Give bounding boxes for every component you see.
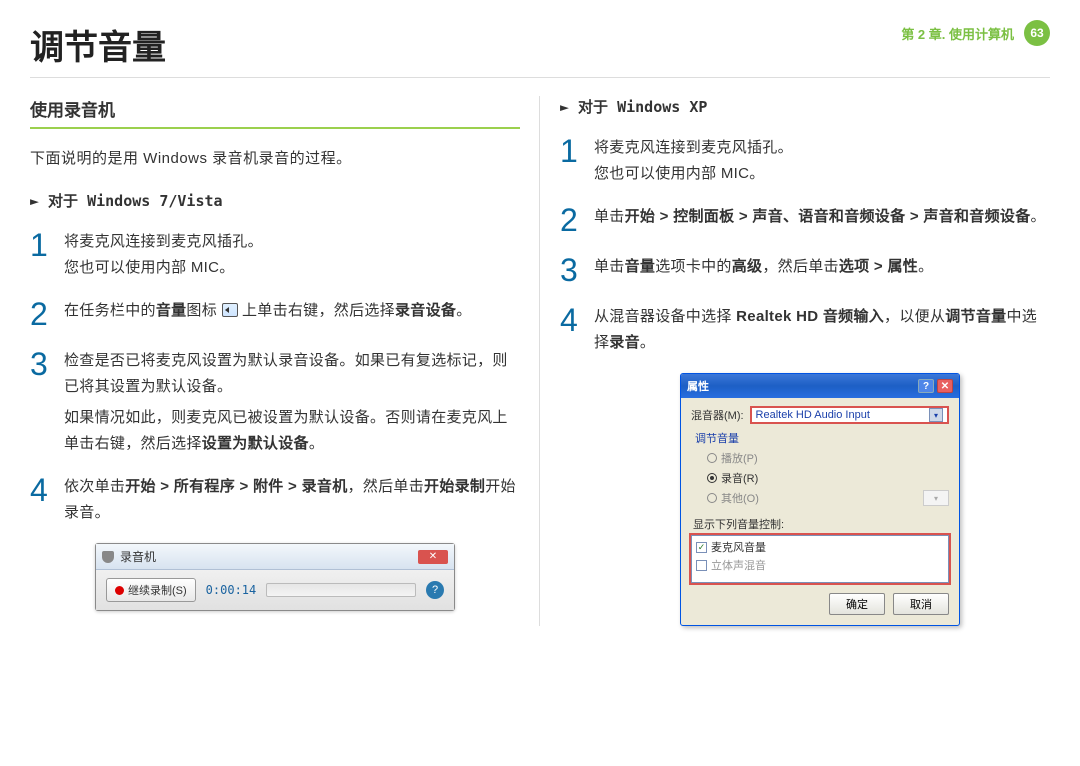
radio-rec-label: 录音(R) — [721, 470, 758, 486]
step-3-xp: 3 单击音量选项卡中的高级，然后单击选项 > 属性。 — [560, 254, 1050, 286]
mixer-label: 混音器(M): — [691, 407, 744, 423]
step-1-xp: 1 将麦克风连接到麦克风插孔。 您也可以使用内部 MIC。 — [560, 135, 1050, 186]
radio-other-label: 其他(O) — [721, 490, 759, 506]
mixer-select-value: Realtek HD Audio Input — [756, 409, 870, 421]
step-text-bold: 设置为默认设备 — [202, 435, 309, 452]
step-text-bold: 录音 — [609, 334, 640, 351]
step-text: 您也可以使用内部 MIC。 — [64, 259, 235, 276]
ok-button[interactable]: 确定 — [829, 593, 885, 615]
step-text-bold: 选项 > 属性 — [839, 258, 918, 275]
close-button[interactable]: ✕ — [418, 550, 448, 564]
step-text: 上单击右键，然后选择 — [242, 302, 395, 319]
step-text: ，然后单击 — [348, 478, 425, 495]
page-header-right: 第 2 章. 使用计算机 63 — [901, 20, 1050, 46]
step-text: 。 — [1031, 208, 1046, 225]
help-button[interactable]: ? — [426, 581, 444, 599]
step-text: 。 — [918, 258, 933, 275]
microphone-icon — [102, 551, 114, 563]
step-number: 3 — [30, 348, 54, 456]
step-text-bold: 音量 — [156, 302, 187, 319]
step-text: 选项卡中的 — [655, 258, 732, 275]
step-number: 2 — [30, 298, 54, 330]
right-column: ► 对于 Windows XP 1 将麦克风连接到麦克风插孔。 您也可以使用内部… — [560, 96, 1050, 626]
step-text: 依次单击 — [64, 478, 125, 495]
mixer-select[interactable]: Realtek HD Audio Input ▾ — [750, 406, 949, 424]
page-header: 调节音量 第 2 章. 使用计算机 63 — [30, 20, 1050, 78]
listbox-label: 显示下列音量控制: — [693, 516, 949, 532]
step-text: 检查是否已将麦克风设置为默认录音设备。如果已有复选标记，则已将其设置为默认设备。 — [64, 348, 520, 399]
recorder-title-text: 录音机 — [120, 548, 156, 565]
volume-controls-listbox[interactable]: ✓ 麦克风音量 立体声混音 — [691, 535, 949, 583]
step-text-bold: 调节音量 — [945, 308, 1006, 325]
chapter-label: 第 2 章. 使用计算机 — [901, 24, 1014, 43]
chk-mic-label: 麦克风音量 — [711, 539, 766, 555]
level-meter — [266, 583, 416, 597]
step-text-bold: 开始 > 控制面板 > 声音、语音和音频设备 > 声音和音频设备 — [625, 208, 1031, 225]
dialog-title: 属性 — [687, 378, 709, 394]
page-title: 调节音量 — [30, 20, 166, 69]
sub-title-xp: ► 对于 Windows XP — [560, 96, 1050, 117]
step-text-bold: 高级 — [732, 258, 763, 275]
recorder-window: 录音机 ✕ 继续录制(S) 0:00:14 ? — [95, 543, 455, 611]
properties-dialog: 属性 ? ✕ 混音器(M): Realtek HD Audio Input ▾ … — [680, 373, 960, 626]
step-text-bold: 音量 — [625, 258, 656, 275]
intro-text: 下面说明的是用 Windows 录音机录音的过程。 — [30, 147, 520, 168]
step-text: 从混音器设备中选择 — [594, 308, 736, 325]
chevron-down-icon: ▾ — [929, 408, 943, 422]
step-text: 。 — [309, 435, 324, 452]
step-text: ，以便从 — [884, 308, 945, 325]
left-column: 使用录音机 下面说明的是用 Windows 录音机录音的过程。 ► 对于 Win… — [30, 96, 520, 626]
checkbox-icon[interactable]: ✓ — [696, 542, 707, 553]
cancel-button[interactable]: 取消 — [893, 593, 949, 615]
step-number: 4 — [30, 474, 54, 525]
step-text: ，然后单击 — [762, 258, 839, 275]
radio-icon[interactable] — [707, 493, 717, 503]
step-1: 1 将麦克风连接到麦克风插孔。 您也可以使用内部 MIC。 — [30, 229, 520, 280]
radio-icon[interactable] — [707, 473, 717, 483]
step-text: 。 — [456, 302, 471, 319]
step-text: 在任务栏中的 — [64, 302, 156, 319]
step-number: 2 — [560, 204, 584, 236]
step-text-bold: 录音设备 — [395, 302, 456, 319]
step-text: 图标 — [186, 302, 217, 319]
step-4: 4 依次单击开始 > 所有程序 > 附件 > 录音机，然后单击开始录制开始录音。 — [30, 474, 520, 525]
step-text-bold: 开始录制 — [424, 478, 485, 495]
step-2-xp: 2 单击开始 > 控制面板 > 声音、语音和音频设备 > 声音和音频设备。 — [560, 204, 1050, 236]
dialog-close-button[interactable]: ✕ — [937, 379, 953, 393]
record-dot-icon — [115, 586, 124, 595]
step-text: 单击 — [594, 258, 625, 275]
step-text: 您也可以使用内部 MIC。 — [594, 165, 765, 182]
step-3: 3 检查是否已将麦克风设置为默认录音设备。如果已有复选标记，则已将其设置为默认设… — [30, 348, 520, 456]
step-text-bold: 开始 > 所有程序 > 附件 > 录音机 — [125, 478, 347, 495]
volume-icon — [222, 303, 238, 317]
recorder-titlebar: 录音机 ✕ — [96, 544, 454, 570]
step-2: 2 在任务栏中的音量图标 上单击右键，然后选择录音设备。 — [30, 298, 520, 330]
step-number: 3 — [560, 254, 584, 286]
checkbox-icon[interactable] — [696, 560, 707, 571]
other-mini-select[interactable]: ▾ — [923, 490, 949, 506]
step-text: 单击 — [594, 208, 625, 225]
radio-play-label: 播放(P) — [721, 450, 758, 466]
dialog-titlebar: 属性 ? ✕ — [681, 374, 959, 398]
step-text: 将麦克风连接到麦克风插孔。 — [594, 139, 793, 156]
sub-title-win7: ► 对于 Windows 7/Vista — [30, 190, 520, 211]
step-number: 4 — [560, 304, 584, 355]
page-number-badge: 63 — [1024, 20, 1050, 46]
record-button[interactable]: 继续录制(S) — [106, 578, 196, 602]
step-4-xp: 4 从混音器设备中选择 Realtek HD 音频输入，以便从调节音量中选择录音… — [560, 304, 1050, 355]
group-title: 调节音量 — [695, 430, 949, 446]
radio-icon[interactable] — [707, 453, 717, 463]
step-text: 。 — [640, 334, 655, 351]
step-text: 将麦克风连接到麦克风插孔。 — [64, 233, 263, 250]
step-text-bold: Realtek HD 音频输入 — [736, 308, 884, 325]
record-time: 0:00:14 — [206, 583, 257, 597]
section-title: 使用录音机 — [30, 96, 520, 129]
chk-stereo-label: 立体声混音 — [711, 557, 766, 573]
dialog-help-button[interactable]: ? — [918, 379, 934, 393]
step-number: 1 — [560, 135, 584, 186]
step-number: 1 — [30, 229, 54, 280]
record-button-label: 继续录制(S) — [128, 582, 187, 598]
